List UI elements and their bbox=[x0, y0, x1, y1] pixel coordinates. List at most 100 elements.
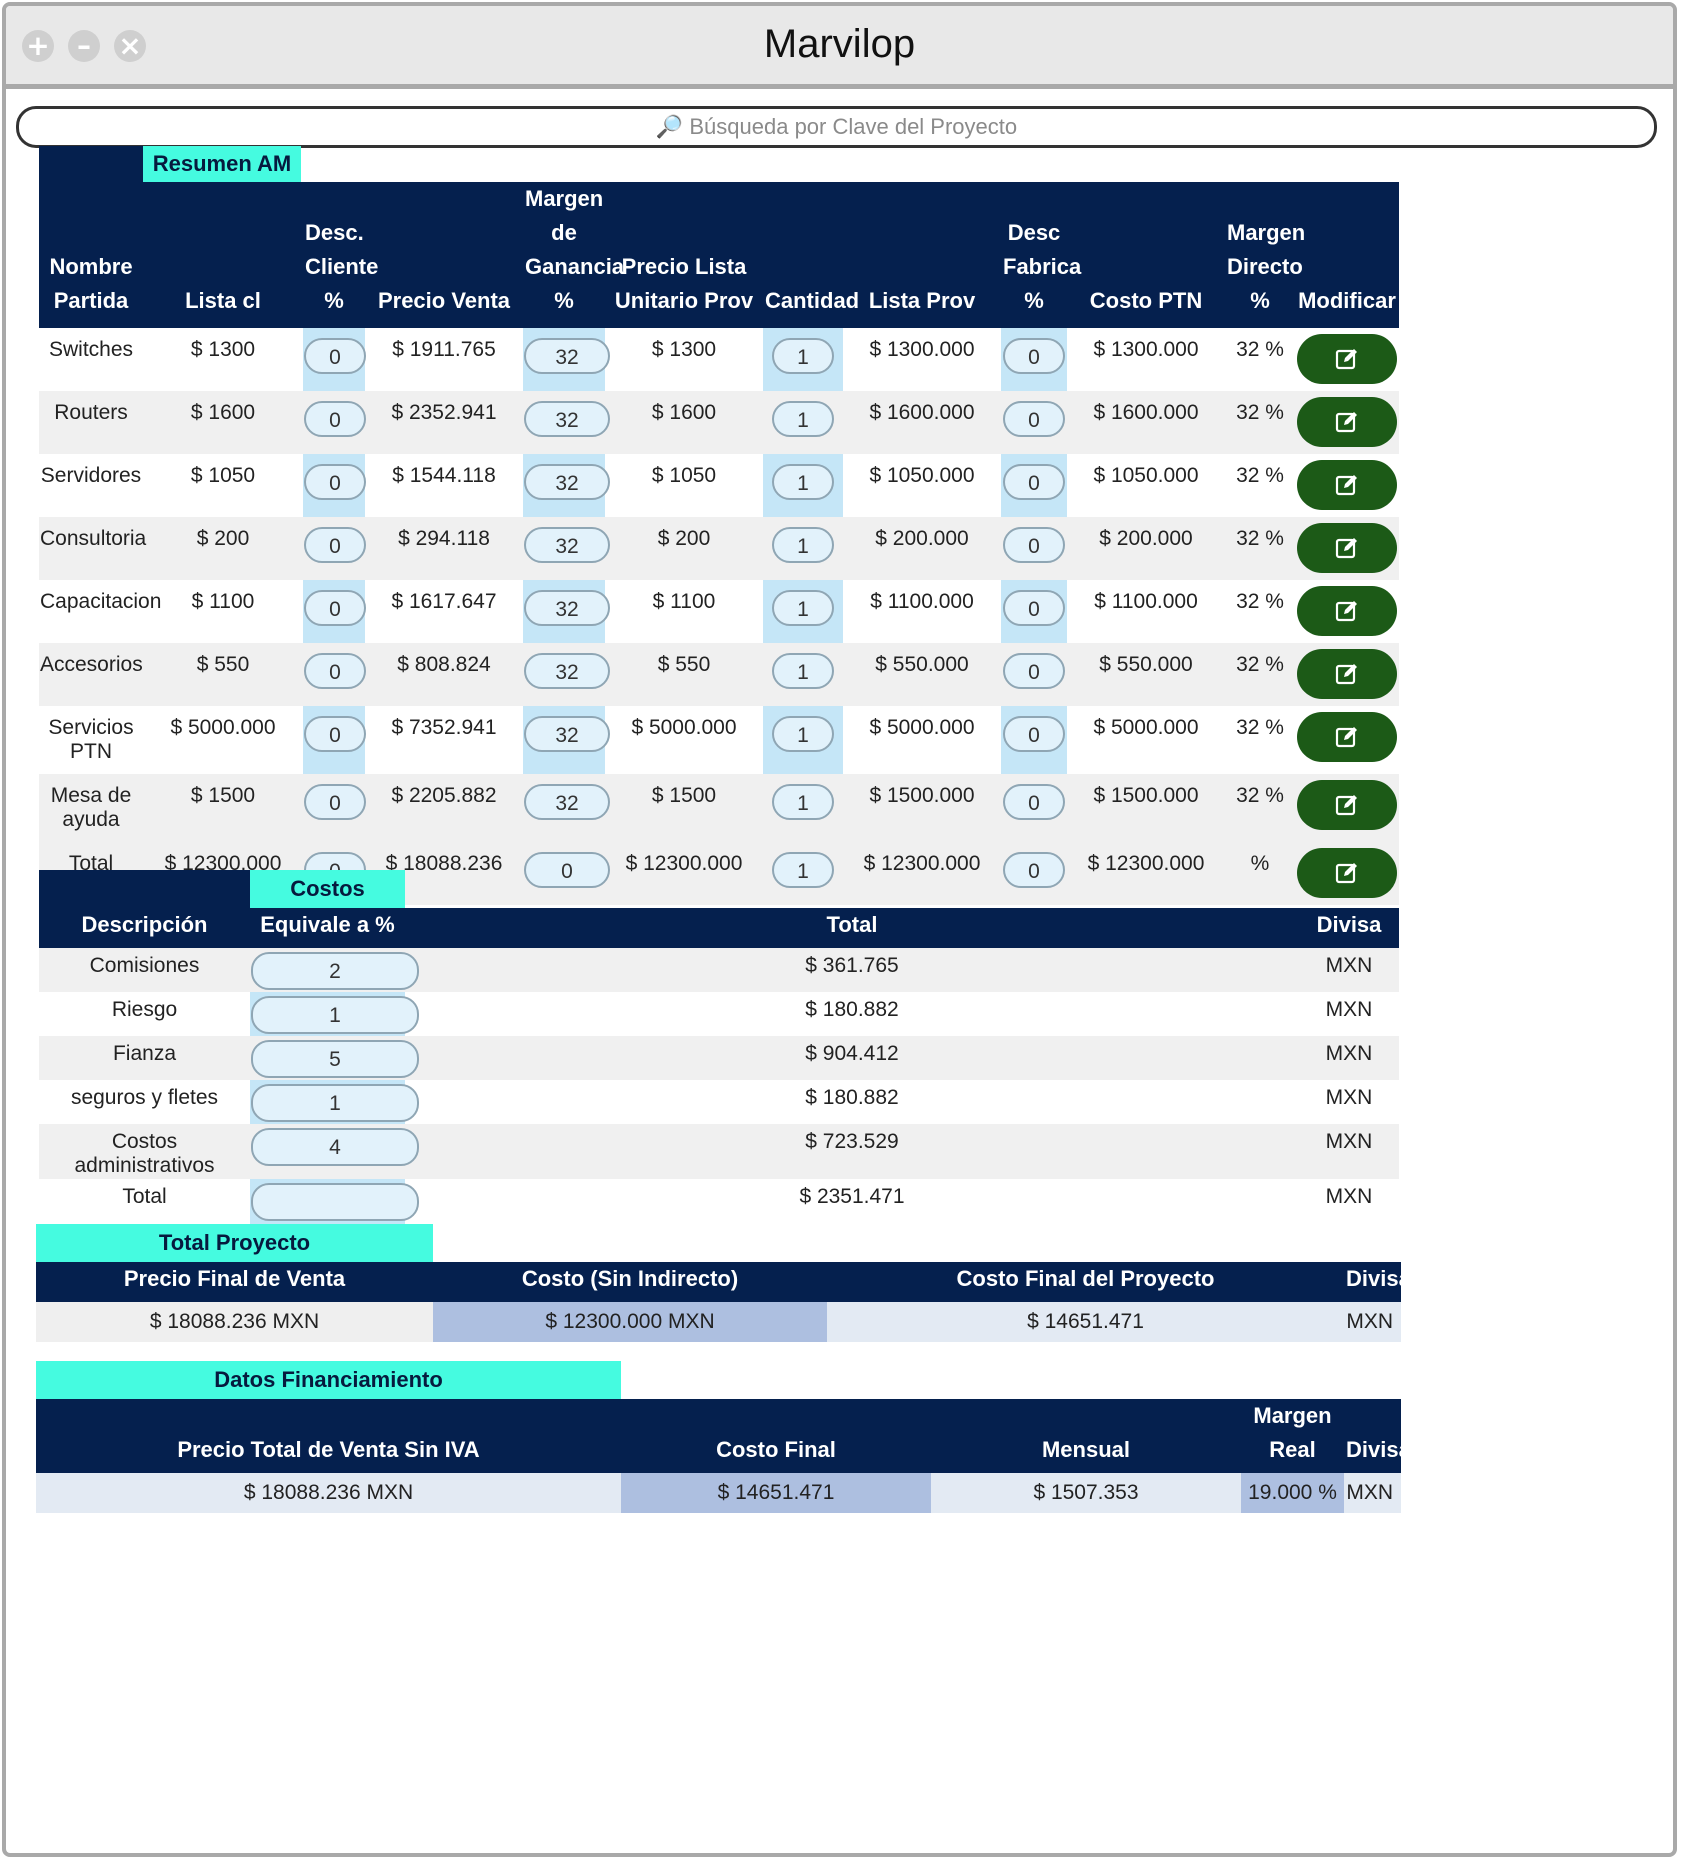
desc-fabrica-cell: 0 bbox=[1001, 517, 1067, 580]
margen-ganancia-input[interactable]: 32 bbox=[524, 716, 610, 752]
cantidad-input[interactable]: 1 bbox=[772, 338, 834, 374]
cantidad-input[interactable]: 1 bbox=[772, 527, 834, 563]
precio-venta: $ 2205.882 bbox=[365, 774, 523, 842]
resumen-row: Switches $ 1300 0 $ 1911.765 32 $ 1300 1 $ 1300… bbox=[39, 328, 1399, 391]
desc-cliente-input[interactable]: 0 bbox=[304, 338, 366, 374]
edit-button[interactable] bbox=[1297, 586, 1397, 636]
total-proyecto-tab: Total Proyecto bbox=[36, 1224, 433, 1262]
desc-fabrica-input[interactable]: 0 bbox=[1003, 527, 1065, 563]
title-bar: + – × Marvilop bbox=[6, 6, 1673, 89]
desc-fabrica-input[interactable]: 0 bbox=[1003, 464, 1065, 500]
margen-directo: 32 % bbox=[1225, 643, 1295, 706]
col-header: Costo Final bbox=[621, 1399, 931, 1473]
nombre-partida: Routers bbox=[39, 391, 143, 454]
desc-fabrica-input[interactable]: 0 bbox=[1003, 716, 1065, 752]
equivale-input[interactable]: 1 bbox=[251, 996, 419, 1034]
desc-fabrica-cell: 0 bbox=[1001, 391, 1067, 454]
lista-prov: $ 1100.000 bbox=[870, 590, 974, 613]
margen-ganancia-input[interactable]: 32 bbox=[524, 784, 610, 820]
cantidad-input[interactable]: 1 bbox=[772, 464, 834, 500]
desc-cliente-input[interactable]: 0 bbox=[304, 590, 366, 626]
window-title: Marvilop bbox=[763, 22, 916, 66]
descripcion: Fianza bbox=[39, 1036, 250, 1080]
equivale-cell: 4 bbox=[250, 1124, 419, 1179]
col-header: Costo (Sin Indirecto) bbox=[433, 1262, 827, 1302]
col-header: Lista cl bbox=[143, 182, 303, 328]
equivale-input[interactable]: 4 bbox=[251, 1128, 419, 1166]
desc-cliente-input[interactable]: 0 bbox=[304, 464, 366, 500]
desc-cliente-input[interactable]: 0 bbox=[304, 784, 366, 820]
equivale-input[interactable]: 5 bbox=[251, 1040, 419, 1078]
edit-button[interactable] bbox=[1297, 397, 1397, 447]
edit-button[interactable] bbox=[1297, 460, 1397, 510]
desc-fabrica-input[interactable]: 0 bbox=[1003, 852, 1065, 888]
margen-directo: 32 % bbox=[1225, 517, 1295, 580]
col-header: Lista Prov bbox=[843, 182, 1001, 328]
col-header: Margen Real bbox=[1241, 1399, 1344, 1473]
edit-button[interactable] bbox=[1297, 334, 1397, 384]
margen-ganancia-input[interactable]: 32 bbox=[524, 464, 610, 500]
cantidad-input[interactable]: 1 bbox=[772, 716, 834, 752]
margen-ganancia-input[interactable]: 0 bbox=[524, 852, 610, 888]
desc-cliente-cell: 0 bbox=[303, 391, 366, 454]
lista-cl: $ 1500 bbox=[143, 774, 303, 842]
desc-cliente-input[interactable]: 0 bbox=[304, 401, 366, 437]
margen-ganancia-cell: 32 bbox=[523, 774, 610, 842]
costo-ptn: $ 1100.000 bbox=[1094, 590, 1198, 613]
margen-ganancia-input[interactable]: 32 bbox=[524, 590, 610, 626]
col-header: Desc Fabrica % bbox=[1001, 182, 1081, 328]
desc-fabrica-input[interactable]: 0 bbox=[1003, 338, 1065, 374]
precio-lista-unitario: $ 550 bbox=[605, 643, 763, 706]
equivale-input[interactable]: 2 bbox=[251, 952, 419, 990]
equivale-input[interactable] bbox=[251, 1183, 419, 1221]
modificar-cell bbox=[1295, 580, 1399, 643]
cantidad-input[interactable]: 1 bbox=[772, 590, 834, 626]
desc-fabrica-input[interactable]: 0 bbox=[1003, 590, 1065, 626]
col-header: Divisa bbox=[1344, 1262, 1411, 1302]
desc-cliente-input[interactable]: 0 bbox=[304, 716, 366, 752]
margen-directo: 32 % bbox=[1225, 774, 1295, 842]
precio-venta: $ 2352.941 bbox=[365, 391, 523, 454]
precio-venta: $ 294.118 bbox=[365, 517, 523, 580]
modificar-cell bbox=[1295, 842, 1399, 905]
edit-icon bbox=[1335, 601, 1357, 622]
desc-fabrica-input[interactable]: 0 bbox=[1003, 784, 1065, 820]
nombre-partida: Mesa de ayuda bbox=[39, 774, 143, 842]
precio-venta: $ 1617.647 bbox=[391, 590, 497, 613]
desc-cliente-cell: 0 bbox=[303, 580, 366, 643]
col-header: Margen Directo % bbox=[1225, 182, 1305, 328]
edit-icon bbox=[1335, 664, 1357, 685]
margen-ganancia-input[interactable]: 32 bbox=[524, 401, 610, 437]
edit-button[interactable] bbox=[1297, 523, 1397, 573]
desc-cliente-input[interactable]: 0 bbox=[304, 527, 366, 563]
edit-button[interactable] bbox=[1297, 780, 1397, 830]
desc-fabrica-input[interactable]: 0 bbox=[1003, 653, 1065, 689]
lista-cl: $ 5000.000 bbox=[170, 716, 276, 739]
total-proyecto-table: Precio Final de Venta Costo (Sin Indirec… bbox=[36, 1262, 1411, 1342]
edit-button[interactable] bbox=[1297, 848, 1397, 898]
modificar-cell bbox=[1295, 706, 1399, 774]
precio-lista-unitario: $ 1500 bbox=[605, 774, 763, 842]
margen-directo: 32 % bbox=[1225, 391, 1295, 454]
desc-cliente-input[interactable]: 0 bbox=[304, 653, 366, 689]
margen-ganancia-input[interactable]: 32 bbox=[524, 653, 610, 689]
cantidad-input[interactable]: 1 bbox=[772, 784, 834, 820]
margen-ganancia-input[interactable]: 32 bbox=[524, 338, 610, 374]
cantidad-input[interactable]: 1 bbox=[772, 401, 834, 437]
equivale-input[interactable]: 1 bbox=[251, 1084, 419, 1122]
costo-ptn: $ 200.000 bbox=[1067, 517, 1225, 580]
edit-button[interactable] bbox=[1297, 649, 1397, 699]
desc-cliente-cell: 0 bbox=[303, 517, 366, 580]
financiamiento-header-row: Precio Total de Venta Sin IVA Costo Fina… bbox=[36, 1399, 1411, 1473]
cantidad-input[interactable]: 1 bbox=[772, 653, 834, 689]
indirectos-row: Costos administrativos 4 $ 723.529 MXN bbox=[39, 1124, 1399, 1179]
lista-prov: $ 1500.000 bbox=[843, 774, 1001, 842]
desc-fabrica-input[interactable]: 0 bbox=[1003, 401, 1065, 437]
cantidad-input[interactable]: 1 bbox=[772, 852, 834, 888]
margen-ganancia-input[interactable]: 32 bbox=[524, 527, 610, 563]
cantidad-cell: 1 bbox=[763, 842, 843, 905]
edit-button[interactable] bbox=[1297, 712, 1397, 762]
project-search-input[interactable]: 🔎 Búsqueda por Clave del Proyecto bbox=[16, 106, 1657, 148]
equivale-cell: 5 bbox=[250, 1036, 419, 1080]
desc-cliente-cell: 0 bbox=[303, 774, 366, 842]
